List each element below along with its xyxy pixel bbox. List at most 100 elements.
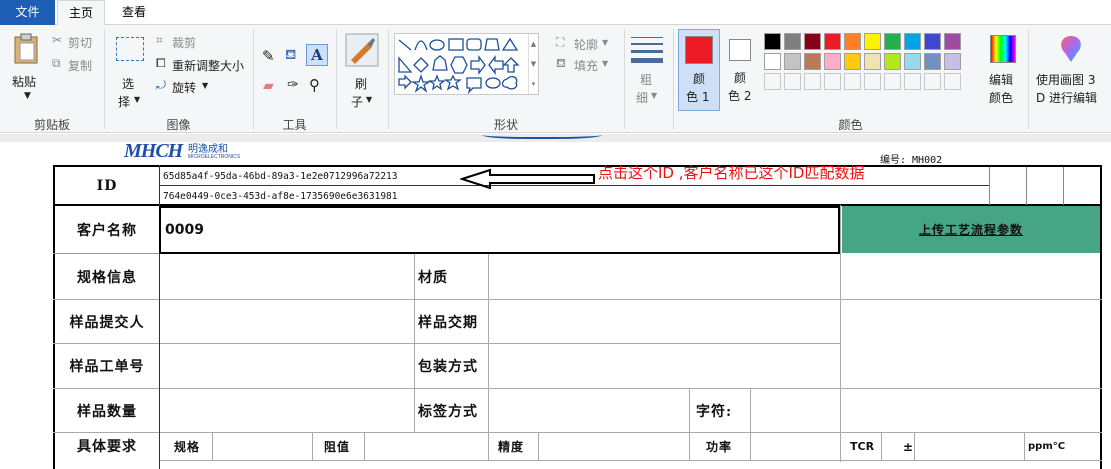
palette-swatch[interactable]	[764, 53, 781, 70]
sample-submitter-label: 样品提交人	[69, 314, 145, 331]
customer-name-field[interactable]	[159, 206, 840, 254]
group-clipboard-label: 剪贴板	[33, 118, 70, 132]
req-ppm-label: ppm°C	[1028, 441, 1066, 452]
crop-icon: ⌗	[156, 33, 163, 47]
palette-swatch[interactable]	[844, 53, 861, 70]
palette-swatch-empty[interactable]	[784, 73, 801, 90]
palette-swatch[interactable]	[784, 53, 801, 70]
palette-swatch[interactable]	[784, 33, 801, 50]
label-method-label: 标签方式	[418, 403, 478, 420]
shapes-gallery[interactable]: ▲ ▼ ▾	[394, 33, 539, 95]
tab-home[interactable]: 主页	[57, 0, 105, 26]
palette-swatch-empty[interactable]	[824, 73, 841, 90]
paste-button[interactable]: 粘贴 ▼	[8, 31, 46, 111]
chevron-down-icon: ▼	[602, 59, 609, 68]
req-precision-label: 精度	[498, 440, 525, 454]
palette-swatch[interactable]	[924, 33, 941, 50]
color2-label-bottom: 色 2	[728, 89, 752, 103]
palette-swatch[interactable]	[944, 33, 961, 50]
character-label: 字符:	[696, 403, 733, 420]
palette-swatch-empty[interactable]	[764, 73, 781, 90]
chevron-down-icon: ▼	[366, 95, 373, 104]
shapes-scroll-up-icon[interactable]: ▲	[528, 34, 538, 54]
palette-swatch-empty[interactable]	[864, 73, 881, 90]
palette-swatch[interactable]	[804, 33, 821, 50]
requirements-label: 具体要求	[77, 439, 137, 455]
palette-swatch-empty[interactable]	[884, 73, 901, 90]
color2-swatch	[729, 39, 751, 61]
palette-swatch[interactable]	[824, 33, 841, 50]
color2-button[interactable]: 颜 色 2	[723, 29, 761, 111]
palette-swatch[interactable]	[884, 33, 901, 50]
text-tool-icon[interactable]: A	[306, 44, 328, 66]
color-picker-icon[interactable]: ✑	[287, 77, 299, 93]
palette-swatch[interactable]	[864, 33, 881, 50]
color1-label-bottom: 色 1	[686, 90, 710, 104]
shapes-scroll-down-icon[interactable]: ▼	[528, 54, 538, 74]
outline-label: 轮廓	[574, 38, 599, 52]
logo-text: MHCH	[124, 140, 183, 162]
brush-label-top: 刷	[355, 77, 368, 91]
upload-process-params-button[interactable]: 上传工艺流程参数	[842, 206, 1100, 253]
annotation-text: 点击这个ID ,客户名称已这个ID匹配数据	[598, 164, 865, 182]
palette-swatch[interactable]	[904, 33, 921, 50]
crop-label: 裁剪	[172, 36, 197, 50]
fill-bucket-icon[interactable]: ⛾	[285, 47, 296, 65]
cut-label: 剪切	[68, 36, 93, 50]
palette-swatch[interactable]	[804, 53, 821, 70]
spec-info-label: 规格信息	[77, 269, 137, 286]
palette-swatch-empty[interactable]	[904, 73, 921, 90]
sample-delivery-label: 样品交期	[418, 314, 478, 331]
palette-swatch[interactable]	[884, 53, 901, 70]
shapes-expand-icon[interactable]: ▾	[528, 74, 538, 94]
palette-swatch-empty[interactable]	[924, 73, 941, 90]
tab-view[interactable]: 查看	[110, 0, 158, 25]
chevron-down-icon: ▼	[602, 38, 609, 47]
eraser-icon[interactable]: ▰	[263, 78, 274, 94]
req-spec-label: 规格	[174, 440, 201, 454]
customer-name-value[interactable]: 0009	[165, 206, 204, 254]
tab-file[interactable]: 文件	[0, 0, 55, 25]
brush-icon	[345, 33, 379, 67]
palette-swatch[interactable]	[924, 53, 941, 70]
rotate-icon: ⤾	[156, 78, 166, 92]
copy-label: 复制	[68, 59, 93, 73]
select-label-top: 选	[122, 77, 135, 91]
rotate-label: 旋转	[172, 81, 197, 95]
id-value-1[interactable]: 65d85a4f-95da-46bd-89a3-1e2e0712996a7221…	[163, 168, 398, 184]
palette-swatch[interactable]	[844, 33, 861, 50]
group-tools-label: 工具	[282, 118, 307, 132]
edit-colors-button[interactable]: 编辑 颜色	[986, 31, 1022, 111]
req-tcr-label: TCR	[850, 440, 875, 453]
brush-label-bottom: 子	[351, 95, 364, 109]
canvas[interactable]: MHCH 明逸成和 MICROELECTRONICS 编号: MH002 ID …	[0, 134, 1111, 469]
paste-label: 粘贴	[12, 75, 37, 89]
logo-sub: MICROELECTRONICS	[188, 154, 241, 160]
selection-rect-icon	[116, 37, 144, 61]
palette-swatch-empty[interactable]	[944, 73, 961, 90]
size-label-top: 粗	[640, 73, 653, 87]
size-button[interactable]: 粗 细 ▼	[628, 31, 668, 113]
magnifier-icon[interactable]: ⚲	[309, 76, 320, 94]
select-button[interactable]: 选 择 ▼	[110, 31, 148, 113]
shapes-gallery-icons	[398, 37, 520, 95]
palette-swatch[interactable]	[944, 53, 961, 70]
palette-swatch-empty[interactable]	[804, 73, 821, 90]
brushes-button[interactable]: 刷 子 ▼	[342, 31, 382, 113]
title-fragment	[482, 134, 602, 143]
color1-button[interactable]: 颜 色 1	[678, 29, 720, 111]
req-plusminus-label: ±	[903, 439, 915, 454]
pencil-icon[interactable]: ✎	[262, 47, 275, 65]
id-value-2[interactable]: 764e0449-0ce3-453d-af8e-1735690e6e363198…	[163, 188, 398, 204]
palette-swatch[interactable]	[904, 53, 921, 70]
copy-icon: ⧉	[52, 56, 61, 70]
serial-number: 编号: MH002	[880, 155, 943, 166]
packing-method-label: 包装方式	[418, 359, 478, 375]
group-image-label: 图像	[166, 118, 191, 132]
palette-swatch[interactable]	[824, 53, 841, 70]
palette-swatch[interactable]	[864, 53, 881, 70]
palette-swatch[interactable]	[764, 33, 781, 50]
sample-quantity-label: 样品数量	[77, 403, 137, 420]
palette-swatch-empty[interactable]	[844, 73, 861, 90]
paint3d-button[interactable]: 使用画图 3 D 进行编辑	[1034, 31, 1108, 111]
